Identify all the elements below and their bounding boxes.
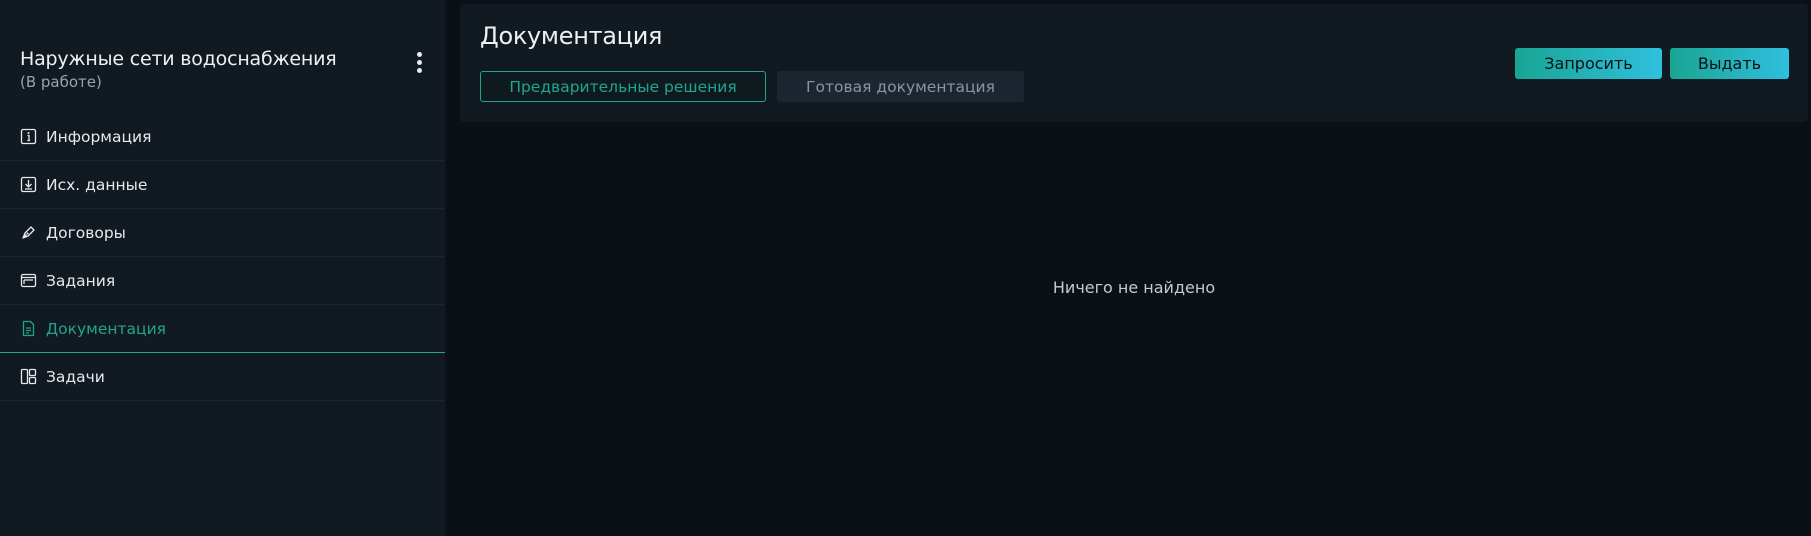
request-button[interactable]: Запросить [1515,48,1662,79]
sidebar-item-label: Договоры [46,223,126,242]
sidebar: Наружные сети водоснабжения (В работе) И… [0,0,445,536]
project-title: Наружные сети водоснабжения [20,48,337,70]
document-icon [20,320,37,337]
sidebar-item-information[interactable]: Информация [0,113,445,161]
sidebar-item-tasks[interactable]: Задачи [0,353,445,401]
project-status: (В работе) [20,73,102,91]
sidebar-item-label: Исх. данные [46,175,148,194]
issue-button[interactable]: Выдать [1670,48,1789,79]
empty-state-message: Ничего не найдено [1052,278,1216,297]
project-header: Наружные сети водоснабжения (В работе) [20,46,430,92]
sidebar-item-tasks-assignments[interactable]: Задания [0,257,445,305]
more-options-icon[interactable] [408,50,430,74]
tab-ready-documentation[interactable]: Готовая документация [777,71,1024,102]
download-icon [20,176,37,193]
sidebar-item-label: Задания [46,271,116,290]
sidebar-item-label: Информация [46,127,152,146]
layout-icon [20,368,37,385]
pen-icon [20,224,37,241]
info-icon [20,128,37,145]
main-header: Документация Предварительные решения Гот… [460,4,1808,122]
page-title: Документация [480,22,663,50]
sidebar-nav: Информация Исх. данные Договоры Задания … [0,113,445,401]
sidebar-item-label: Задачи [46,367,105,386]
sidebar-item-label: Документация [46,319,166,338]
sidebar-item-source-data[interactable]: Исх. данные [0,161,445,209]
windows-icon [20,272,37,289]
sidebar-item-documentation[interactable]: Документация [0,305,445,353]
tab-preliminary-solutions[interactable]: Предварительные решения [480,71,766,102]
sidebar-item-contracts[interactable]: Договоры [0,209,445,257]
